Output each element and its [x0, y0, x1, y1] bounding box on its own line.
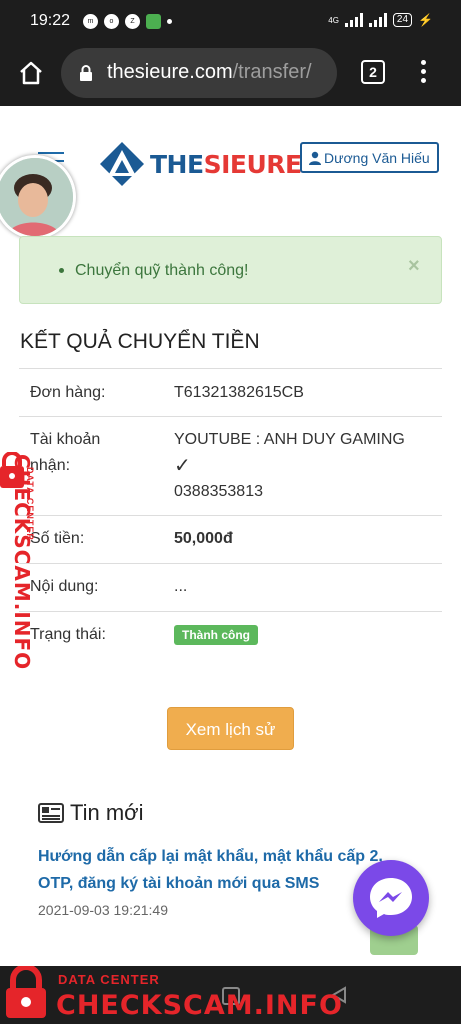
amount-value: 50,000đ — [174, 530, 233, 547]
logo-emblem-icon — [100, 142, 144, 186]
signal-icon — [344, 13, 363, 27]
address-bar[interactable]: thesieure.com/transfer/ — [61, 48, 337, 98]
news-date: 2021-09-03 19:21:49 — [38, 902, 168, 918]
tab-switcher-button[interactable]: 2 — [361, 60, 385, 84]
account-check: ✓ — [174, 455, 191, 477]
url-domain: thesieure.com — [107, 61, 233, 83]
alert-close-button[interactable]: × — [408, 255, 420, 278]
more-notifications-icon — [167, 19, 172, 24]
table-row: Đơn hàng: T61321382615CB — [19, 368, 442, 416]
order-value: T61321382615CB — [174, 384, 304, 401]
status-badge-wrap: Thành công — [174, 622, 258, 648]
side-watermark: CHECKSCAM.INFO DATA CENTER — [0, 452, 52, 672]
user-icon — [309, 151, 321, 165]
logo-text: THESIEURE — [150, 150, 302, 179]
alert-message: Chuyển quỹ thành công! — [75, 262, 249, 279]
zalo-notification-icon: Z — [125, 14, 140, 29]
notification-icons: m o Z — [83, 14, 172, 29]
url-text: thesieure.com/transfer/ — [107, 61, 312, 84]
watermark-bottom-small: DATA CENTER — [58, 972, 160, 987]
app-notification-icon: o — [104, 14, 119, 29]
battery-level: 24 — [392, 13, 413, 27]
content-value: ... — [174, 578, 188, 595]
account-phone: 0388353813 — [174, 483, 263, 500]
watermark-side-small: DATA CENTER — [25, 467, 35, 541]
view-history-button[interactable]: Xem lịch sử — [167, 707, 294, 750]
messenger-notification-icon: m — [83, 14, 98, 29]
table-row: Tài khoản nhận: YOUTUBE : ANH DUY GAMING… — [19, 416, 442, 515]
watermark-bottom-big: CHECKSCAM.INFO — [56, 990, 343, 1021]
network-type: 4G — [328, 15, 339, 25]
home-icon[interactable] — [18, 60, 44, 86]
status-bar: 19:22 m o Z 4G 24 ⚡ — [0, 0, 461, 44]
browser-toolbar: thesieure.com/transfer/ 2 — [0, 44, 461, 106]
browser-menu-icon[interactable] — [421, 60, 426, 87]
bottom-watermark: DATA CENTER CHECKSCAM.INFO — [0, 962, 342, 1024]
table-row: Trạng thái: Thành công — [19, 611, 442, 659]
news-heading-text: Tin mới — [70, 800, 144, 825]
site-logo[interactable]: THESIEURE — [98, 140, 302, 188]
message-notification-icon — [146, 14, 161, 29]
success-alert: Chuyển quỹ thành công! × — [19, 236, 442, 304]
messenger-icon — [370, 878, 412, 918]
table-row: Nội dung: ... — [19, 563, 442, 611]
messenger-chat-button[interactable] — [353, 860, 429, 936]
charging-icon: ⚡ — [418, 13, 433, 27]
account-name: YOUTUBE : ANH DUY GAMING — [174, 431, 405, 448]
status-badge: Thành công — [174, 625, 258, 645]
logo-text-sieure: SIEURE — [203, 149, 303, 179]
lock-icon — [80, 65, 92, 81]
url-path: /transfer/ — [232, 61, 312, 83]
signal-icon-2 — [368, 13, 387, 27]
status-time: 19:22 — [30, 12, 71, 29]
user-name: Dương Văn Hiếu — [324, 149, 430, 166]
account-value: YOUTUBE : ANH DUY GAMING ✓ 0388353813 — [174, 427, 405, 505]
news-heading: Tin mới — [38, 800, 144, 826]
avatar-photo — [0, 158, 73, 236]
order-label: Đơn hàng: — [30, 384, 106, 401]
logo-text-the: THE — [150, 149, 204, 179]
newspaper-icon — [38, 803, 64, 823]
user-account-button[interactable]: Dương Văn Hiếu — [300, 142, 439, 173]
transfer-result-table: Đơn hàng: T61321382615CB Tài khoản nhận:… — [19, 368, 442, 659]
page-title: KẾT QUẢ CHUYỂN TIỀN — [20, 330, 260, 353]
table-row: Số tiền: 50,000đ — [19, 515, 442, 563]
alert-bullet — [59, 268, 64, 273]
avatar — [0, 155, 76, 239]
watermark-lock-icon-bottom — [6, 966, 46, 1018]
alert-message-wrap: Chuyển quỹ thành công! — [59, 262, 249, 280]
